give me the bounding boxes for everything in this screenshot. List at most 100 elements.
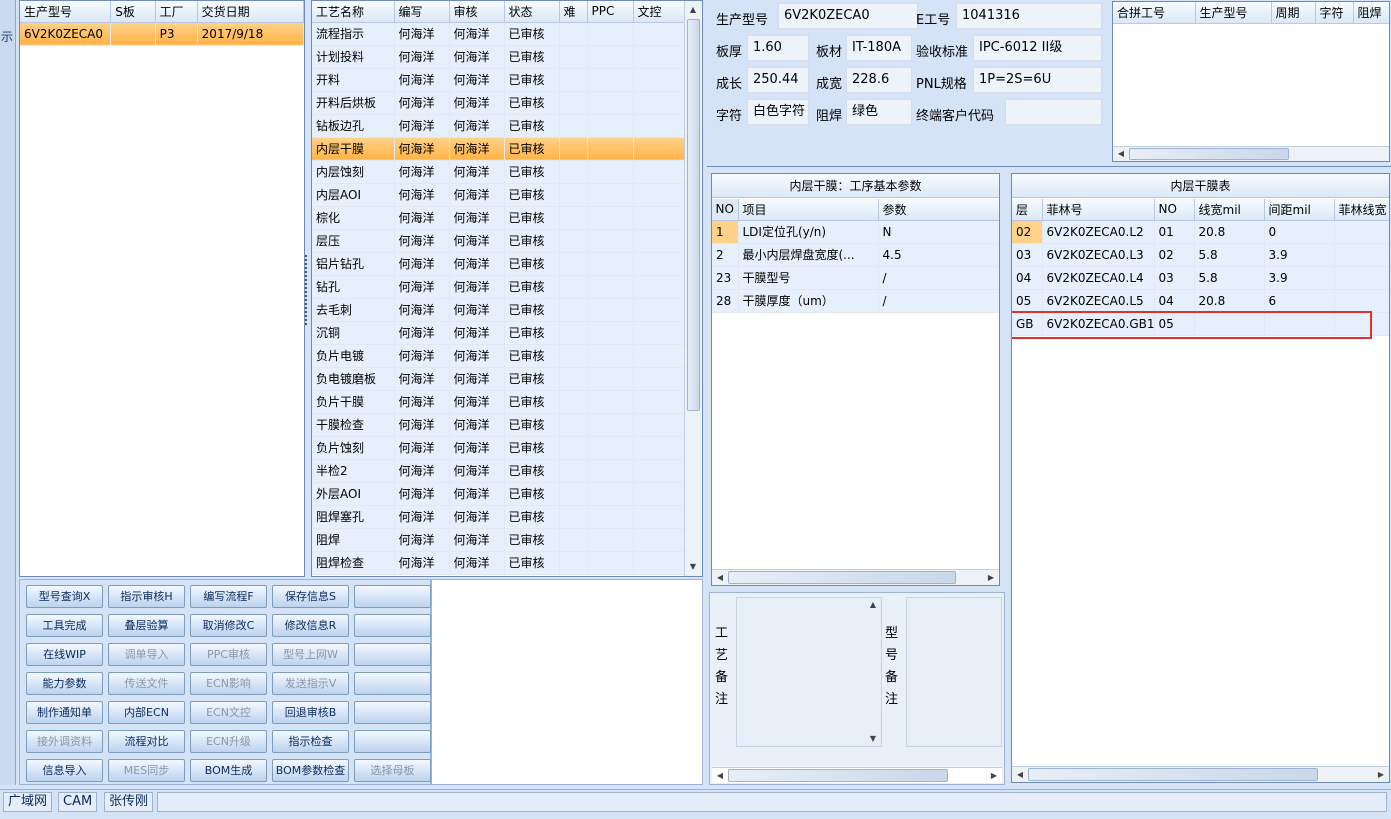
action-button[interactable]: ECN影响 — [190, 672, 267, 695]
process-row[interactable]: 阻焊塞孔 何海洋 何海洋 已审核 — [312, 505, 685, 529]
combine-scroll-thumb[interactable] — [1129, 148, 1289, 160]
mask-field[interactable]: 绿色 — [846, 99, 912, 125]
film-hscroll[interactable]: ◀ ▶ — [1012, 766, 1389, 782]
scroll-down-arrow[interactable]: ▼ — [686, 560, 700, 574]
process-row[interactable]: 内层干膜 何海洋 何海洋 已审核 — [312, 137, 685, 161]
process-row[interactable]: 外层AOI 何海洋 何海洋 已审核 — [312, 482, 685, 506]
order-col-header[interactable]: 工厂 — [155, 1, 198, 23]
action-button[interactable]: 内部ECN — [108, 701, 185, 724]
remark-scroll-thumb[interactable] — [728, 769, 948, 782]
action-button[interactable]: 修改信息R — [272, 614, 349, 637]
action-button[interactable] — [354, 643, 431, 666]
process-row[interactable]: 阻焊 何海洋 何海洋 已审核 — [312, 528, 685, 552]
action-button[interactable]: 指示审核H — [108, 585, 185, 608]
process-row[interactable]: 棕化 何海洋 何海洋 已审核 — [312, 206, 685, 230]
combine-col-header[interactable]: 字符 — [1315, 2, 1354, 24]
action-button[interactable]: 工具完成 — [26, 614, 103, 637]
scroll-right-arrow[interactable]: ▶ — [1374, 768, 1388, 782]
customer-field[interactable] — [1005, 99, 1102, 125]
process-col-header[interactable]: 文控 — [633, 1, 685, 23]
film-row[interactable]: 02 6V2K0ZECA0.L2 01 20.8 0 — [1012, 220, 1389, 244]
order-row[interactable]: 6V2K0ZECA0 P3 2017/9/18 — [20, 22, 304, 46]
action-button[interactable]: 信息导入 — [26, 759, 103, 782]
param-row[interactable]: 2 最小内层焊盘宽度(... 4.5 — [712, 243, 999, 267]
scroll-left-arrow[interactable]: ◀ — [713, 769, 727, 783]
film-col-header[interactable]: 线宽mil — [1194, 199, 1265, 221]
action-button[interactable]: BOM生成 — [190, 759, 267, 782]
action-button[interactable]: 指示检查 — [272, 730, 349, 753]
action-button[interactable]: BOM参数检查 — [272, 759, 349, 782]
combine-col-header[interactable]: 合拼工号 — [1113, 2, 1196, 24]
action-button[interactable]: 保存信息S — [272, 585, 349, 608]
process-row[interactable]: 开料后烘板 何海洋 何海洋 已审核 — [312, 91, 685, 115]
film-col-header[interactable]: 菲林线宽 — [1334, 199, 1389, 221]
action-button[interactable]: 调单导入 — [108, 643, 185, 666]
remark-hscroll[interactable]: ◀ ▶ — [712, 767, 1002, 783]
scroll-up-arrow[interactable]: ▲ — [686, 3, 700, 17]
scroll-left-arrow[interactable]: ◀ — [1114, 147, 1128, 161]
film-col-header[interactable]: 间距mil — [1264, 199, 1335, 221]
param-col-header[interactable]: 项目 — [738, 199, 879, 221]
process-row[interactable]: 流程指示 何海洋 何海洋 已审核 — [312, 22, 685, 46]
process-row[interactable]: 沉铜 何海洋 何海洋 已审核 — [312, 321, 685, 345]
action-button[interactable] — [354, 614, 431, 637]
action-button[interactable]: 接外调资料 — [26, 730, 103, 753]
process-row[interactable]: 负片干膜 何海洋 何海洋 已审核 — [312, 390, 685, 414]
process-row[interactable]: 层压 何海洋 何海洋 已审核 — [312, 229, 685, 253]
param-col-header[interactable]: 参数 — [878, 199, 999, 221]
remark-vscroll[interactable]: ▲ ▼ — [866, 598, 881, 746]
process-row[interactable]: 阻焊检查 何海洋 何海洋 已审核 — [312, 551, 685, 575]
param-row[interactable]: 28 干膜厚度（um） / — [712, 289, 999, 313]
process-col-header[interactable]: 状态 — [504, 1, 560, 23]
action-button[interactable]: 型号查询X — [26, 585, 103, 608]
order-col-header[interactable]: 生产型号 — [20, 1, 112, 23]
combine-col-header[interactable]: 周期 — [1271, 2, 1316, 24]
action-button[interactable] — [354, 730, 431, 753]
process-row[interactable]: 负电镀磨板 何海洋 何海洋 已审核 — [312, 367, 685, 391]
action-button[interactable]: 叠层验算 — [108, 614, 185, 637]
process-col-header[interactable]: PPC — [587, 1, 634, 23]
scroll-right-arrow[interactable]: ▶ — [987, 769, 1001, 783]
action-button[interactable]: 回退审核B — [272, 701, 349, 724]
action-button[interactable] — [354, 585, 431, 608]
action-button[interactable]: ECN升级 — [190, 730, 267, 753]
scroll-right-arrow[interactable]: ▶ — [984, 571, 998, 585]
param-row[interactable]: 1 LDI定位孔(y/n) N — [712, 220, 999, 244]
scroll-down-arrow[interactable]: ▼ — [866, 732, 880, 746]
action-button[interactable]: 取消修改C — [190, 614, 267, 637]
pnl-field[interactable]: 1P=2S=6U — [973, 67, 1102, 93]
order-col-header[interactable]: S板 — [110, 1, 156, 23]
combine-col-header[interactable]: 阻焊 — [1353, 2, 1389, 24]
process-row[interactable]: 干膜检查 何海洋 何海洋 已审核 — [312, 413, 685, 437]
action-button[interactable]: PPC审核 — [190, 643, 267, 666]
process-col-header[interactable]: 编写 — [394, 1, 450, 23]
action-button[interactable]: 编写流程F — [190, 585, 267, 608]
process-row[interactable]: 内层AOI 何海洋 何海洋 已审核 — [312, 183, 685, 207]
process-row[interactable]: 钻孔 何海洋 何海洋 已审核 — [312, 275, 685, 299]
process-row[interactable]: 开料 何海洋 何海洋 已审核 — [312, 68, 685, 92]
scroll-left-arrow[interactable]: ◀ — [1013, 768, 1027, 782]
param-col-header[interactable]: NO — [712, 199, 739, 221]
standard-field[interactable]: IPC-6012 II级 — [973, 35, 1102, 61]
eno-field[interactable]: 1041316 — [956, 3, 1102, 29]
process-row[interactable]: 负片电镀 何海洋 何海洋 已审核 — [312, 344, 685, 368]
action-button[interactable]: 流程对比 — [108, 730, 185, 753]
process-row[interactable]: 内层蚀刻 何海洋 何海洋 已审核 — [312, 160, 685, 184]
film-row[interactable]: 04 6V2K0ZECA0.L4 03 5.8 3.9 — [1012, 266, 1389, 290]
process-scroll-thumb[interactable] — [687, 19, 700, 411]
film-col-header[interactable]: 菲林号 — [1042, 199, 1155, 221]
order-col-header[interactable]: 交货日期 — [197, 1, 304, 23]
film-col-header[interactable]: 层 — [1012, 199, 1043, 221]
action-button[interactable]: MES同步 — [108, 759, 185, 782]
process-row[interactable]: 钻板边孔 何海洋 何海洋 已审核 — [312, 114, 685, 138]
material-field[interactable]: IT-180A — [846, 35, 912, 61]
action-button[interactable]: 型号上网W — [272, 643, 349, 666]
action-button[interactable]: 传送文件 — [108, 672, 185, 695]
action-button[interactable] — [354, 701, 431, 724]
model-remark-box[interactable] — [906, 597, 1002, 747]
process-row[interactable]: 负片蚀刻 何海洋 何海洋 已审核 — [312, 436, 685, 460]
model-field[interactable]: 6V2K0ZECA0 — [778, 3, 918, 29]
scroll-left-arrow[interactable]: ◀ — [713, 571, 727, 585]
combine-col-header[interactable]: 生产型号 — [1195, 2, 1272, 24]
process-remark-box[interactable] — [736, 597, 882, 747]
